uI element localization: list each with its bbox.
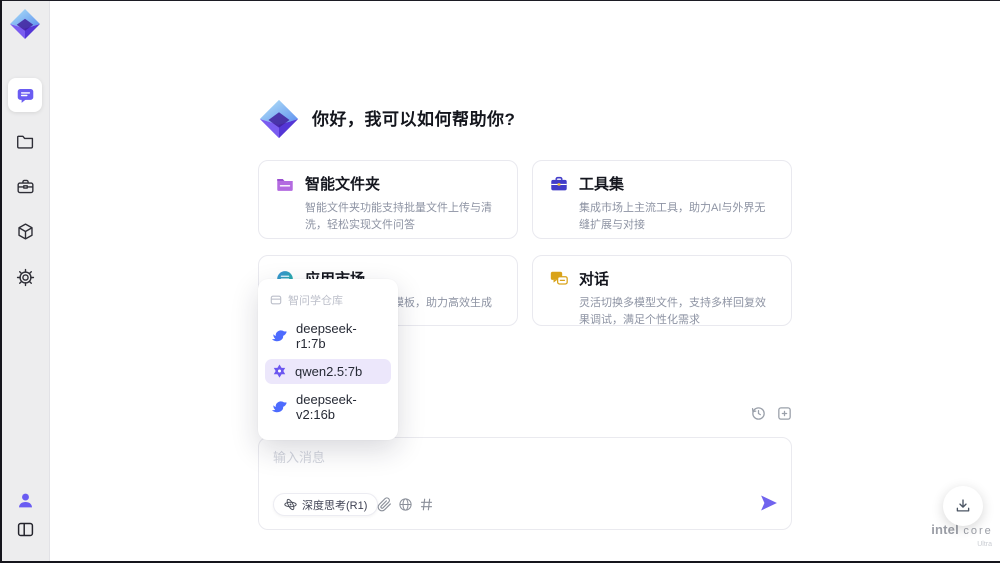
sidebar-item-settings[interactable] bbox=[8, 260, 42, 294]
card-toolset[interactable]: 工具集 集成市场上主流工具，助力AI与外界无缝扩展与对接 bbox=[532, 160, 792, 239]
intel-core-logo: intel core Ultra bbox=[926, 523, 998, 551]
smart-folder-icon bbox=[275, 174, 295, 194]
message-composer: 深度思考(R1) bbox=[258, 437, 792, 530]
model-dropdown: 智问学仓库 deepseek-r1:7b qwen2.5:7b deepseek… bbox=[258, 279, 398, 440]
toolbox-icon bbox=[16, 177, 35, 196]
new-chat-icon[interactable] bbox=[776, 405, 793, 422]
card-title: 智能文件夹 bbox=[305, 176, 381, 193]
card-description: 智能文件夹功能支持批量文件上传与清洗，轻松实现文件问答 bbox=[305, 202, 492, 231]
history-icon[interactable] bbox=[750, 405, 767, 422]
model-option-label: deepseek-v2:16b bbox=[296, 392, 357, 422]
sidebar bbox=[0, 0, 50, 563]
card-title: 工具集 bbox=[579, 176, 625, 193]
app-logo-icon bbox=[7, 6, 43, 42]
user-icon bbox=[16, 491, 35, 510]
model-dropdown-header: 智问学仓库 bbox=[258, 285, 398, 313]
prompt-library-icon[interactable] bbox=[419, 497, 434, 512]
model-option-label: deepseek-r1:7b bbox=[296, 321, 357, 351]
card-description: 集成市场上主流工具，助力AI与外界无缝扩展与对接 bbox=[579, 202, 766, 231]
atom-icon bbox=[284, 498, 297, 511]
window-border-top bbox=[0, 0, 1000, 1]
model-dropdown-header-label: 智问学仓库 bbox=[288, 295, 343, 307]
greeting-title: 你好，我可以如何帮助你? bbox=[312, 110, 516, 129]
message-input[interactable] bbox=[273, 447, 753, 489]
card-title: 对话 bbox=[579, 271, 610, 288]
web-search-icon[interactable] bbox=[398, 497, 413, 512]
layout-icon bbox=[16, 520, 35, 539]
deep-think-label: 深度思考(R1) bbox=[302, 499, 368, 512]
sidebar-item-folders[interactable] bbox=[8, 124, 42, 158]
card-dialog[interactable]: 对话 灵活切换多模型文件，支持多样回复效果调试，满足个性化需求 bbox=[532, 255, 792, 326]
model-option-qwen[interactable]: qwen2.5:7b bbox=[265, 359, 391, 384]
greeting-logo-icon bbox=[256, 96, 302, 142]
sidebar-item-models[interactable] bbox=[8, 214, 42, 248]
ultra-wordmark: Ultra bbox=[977, 541, 992, 548]
deepseek-icon bbox=[272, 399, 288, 415]
sidebar-item-toolbox[interactable] bbox=[8, 169, 42, 203]
toolset-icon bbox=[549, 174, 569, 194]
model-option-deepseek-r1[interactable]: deepseek-r1:7b bbox=[265, 316, 391, 356]
sidebar-item-collapse[interactable] bbox=[8, 512, 42, 546]
download-button[interactable] bbox=[943, 486, 983, 526]
card-description: 灵活切换多模型文件，支持多样回复效果调试，满足个性化需求 bbox=[579, 297, 766, 326]
model-option-label: qwen2.5:7b bbox=[295, 364, 363, 379]
model-option-deepseek-v2[interactable]: deepseek-v2:16b bbox=[265, 387, 391, 427]
download-icon bbox=[954, 497, 972, 515]
deepseek-icon bbox=[272, 328, 288, 344]
chat-icon bbox=[16, 86, 35, 105]
folder-icon bbox=[16, 132, 35, 151]
qwen-icon bbox=[272, 364, 287, 379]
send-icon[interactable] bbox=[759, 493, 779, 513]
core-wordmark: core bbox=[963, 525, 993, 537]
dialog-icon bbox=[549, 269, 569, 289]
sidebar-item-chat[interactable] bbox=[8, 78, 42, 112]
app-window: 你好，我可以如何帮助你? 智能文件夹 智能文件夹功能支持批量文件上传与清洗，轻松… bbox=[0, 0, 1000, 563]
attachment-icon[interactable] bbox=[377, 497, 392, 512]
deep-think-toggle[interactable]: 深度思考(R1) bbox=[273, 493, 379, 516]
cube-icon bbox=[16, 222, 35, 241]
gear-icon bbox=[16, 268, 35, 287]
card-smart-folder[interactable]: 智能文件夹 智能文件夹功能支持批量文件上传与清洗，轻松实现文件问答 bbox=[258, 160, 518, 239]
window-border-left bbox=[0, 0, 2, 563]
repo-icon bbox=[270, 294, 282, 306]
